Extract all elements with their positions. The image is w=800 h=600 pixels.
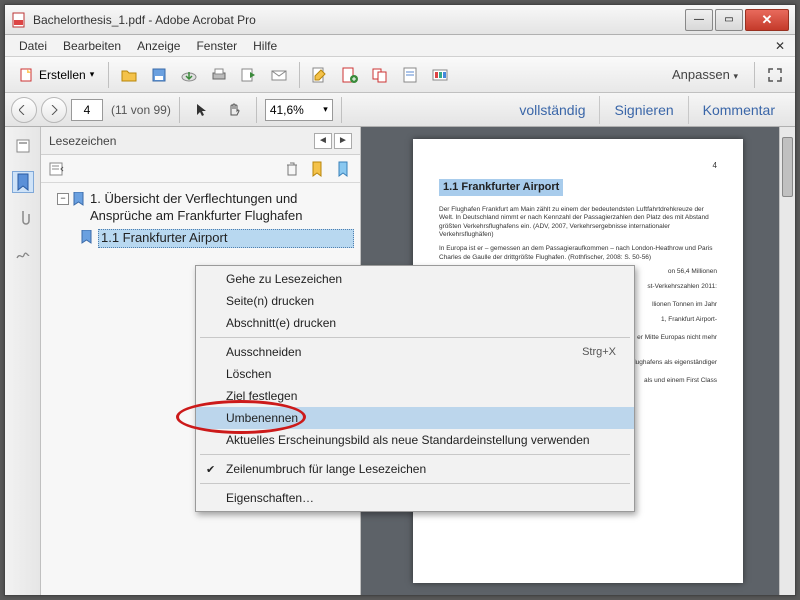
delete-bookmark-icon[interactable]	[282, 159, 302, 179]
context-menu: Gehe zu Lesezeichen Seite(n) drucken Abs…	[195, 265, 635, 512]
sign-link[interactable]: Signieren	[599, 96, 687, 124]
multimedia-icon[interactable]	[426, 61, 454, 89]
hand-tool-icon[interactable]	[220, 96, 248, 124]
export-icon[interactable]	[336, 61, 364, 89]
edit-text-icon[interactable]	[306, 61, 334, 89]
attachments-icon[interactable]	[12, 207, 34, 229]
bookmarks-icon[interactable]	[12, 171, 34, 193]
page-number-label: 4	[439, 161, 717, 171]
cloud-icon[interactable]	[175, 61, 203, 89]
ctx-delete[interactable]: Löschen	[196, 363, 634, 385]
bookmarks-toolbar	[41, 155, 360, 183]
scrollbar-thumb[interactable]	[782, 137, 793, 197]
side-strip	[5, 127, 41, 595]
create-label: Erstellen	[39, 68, 86, 82]
prev-page-button[interactable]	[11, 97, 37, 123]
select-tool-icon[interactable]	[188, 96, 216, 124]
bookmarks-header: Lesezeichen ◄ ►	[41, 127, 360, 155]
menu-edit[interactable]: Bearbeiten	[55, 37, 129, 55]
doc-paragraph: Der Flughafen Frankfurt am Main zählt zu…	[439, 206, 717, 240]
window-title: Bachelorthesis_1.pdf - Adobe Acrobat Pro	[33, 13, 683, 27]
bookmark-item[interactable]: − 1. Übersicht der Verflechtungen und An…	[55, 189, 356, 227]
combine-icon[interactable]	[366, 61, 394, 89]
new-bookmark-icon[interactable]	[308, 159, 328, 179]
ctx-properties[interactable]: Eigenschaften…	[196, 487, 634, 509]
next-page-button[interactable]	[41, 97, 67, 123]
bookmark-icon	[73, 192, 87, 206]
menu-help[interactable]: Hilfe	[245, 37, 285, 55]
customize-button[interactable]: Anpassen ▾	[662, 67, 748, 82]
menu-view[interactable]: Anzeige	[129, 37, 188, 55]
print-icon[interactable]	[205, 61, 233, 89]
bookmark-icon	[81, 230, 95, 244]
ctx-goto-bookmark[interactable]: Gehe zu Lesezeichen	[196, 268, 634, 290]
ctx-set-target[interactable]: Ziel festlegen	[196, 385, 634, 407]
ctx-wrap[interactable]: ✔Zeilenumbruch für lange Lesezeichen	[196, 458, 634, 480]
tools-link[interactable]: vollständig	[505, 96, 599, 124]
titlebar: Bachelorthesis_1.pdf - Adobe Acrobat Pro…	[5, 5, 795, 35]
save-icon[interactable]	[145, 61, 173, 89]
comment-link[interactable]: Kommentar	[688, 96, 789, 124]
bookmark-options-icon[interactable]	[47, 159, 67, 179]
ctx-print-section[interactable]: Abschnitt(e) drucken	[196, 312, 634, 334]
checkmark-icon: ✔	[206, 463, 215, 476]
bookmark-label: 1. Übersicht der Verflechtungen und Ansp…	[90, 191, 354, 225]
bookmark-item-selected[interactable]: 1.1 Frankfurter Airport	[79, 227, 356, 250]
maximize-button[interactable]: ▭	[715, 9, 743, 31]
toolbar-main: Erstellen ▾ Anpassen ▾	[5, 57, 795, 93]
menu-file[interactable]: Datei	[11, 37, 55, 55]
bookmarks-next-icon[interactable]: ►	[334, 133, 352, 149]
close-button[interactable]: ✕	[745, 9, 789, 31]
signatures-icon[interactable]	[12, 243, 34, 265]
menubar: Datei Bearbeiten Anzeige Fenster Hilfe ✕	[5, 35, 795, 57]
toolbar-nav: (11 von 99) 41,6%▾ vollständig Signieren…	[5, 93, 795, 127]
menu-window[interactable]: Fenster	[188, 37, 245, 55]
doc-close-icon[interactable]: ✕	[771, 39, 789, 53]
ctx-cut[interactable]: AusschneidenStrg+X	[196, 341, 634, 363]
vertical-scrollbar[interactable]	[779, 127, 795, 595]
ctx-set-default[interactable]: Aktuelles Erscheinungsbild als neue Stan…	[196, 429, 634, 451]
new-bookmark-from-struct-icon[interactable]	[334, 159, 354, 179]
ctx-rename[interactable]: Umbenennen	[196, 407, 634, 429]
thumbnails-icon[interactable]	[12, 135, 34, 157]
mail-icon[interactable]	[265, 61, 293, 89]
open-icon[interactable]	[115, 61, 143, 89]
bookmarks-title: Lesezeichen	[49, 134, 116, 148]
doc-paragraph: In Europa ist er – gemessen an dem Passa…	[439, 245, 717, 262]
zoom-dropdown[interactable]: 41,6%▾	[265, 99, 333, 121]
minimize-button[interactable]: —	[685, 9, 713, 31]
pdf-file-icon	[11, 12, 27, 28]
bookmarks-prev-icon[interactable]: ◄	[314, 133, 332, 149]
bookmark-label: 1.1 Frankfurter Airport	[98, 229, 354, 248]
collapse-icon[interactable]: −	[57, 193, 69, 205]
fullscreen-icon[interactable]	[761, 61, 789, 89]
page-total-label: (11 von 99)	[111, 103, 171, 117]
form-icon[interactable]	[396, 61, 424, 89]
page-number-input[interactable]	[71, 99, 103, 121]
share-icon[interactable]	[235, 61, 263, 89]
doc-heading: 1.1 Frankfurter Airport	[439, 179, 563, 195]
ctx-print-pages[interactable]: Seite(n) drucken	[196, 290, 634, 312]
create-button[interactable]: Erstellen ▾	[11, 61, 102, 89]
